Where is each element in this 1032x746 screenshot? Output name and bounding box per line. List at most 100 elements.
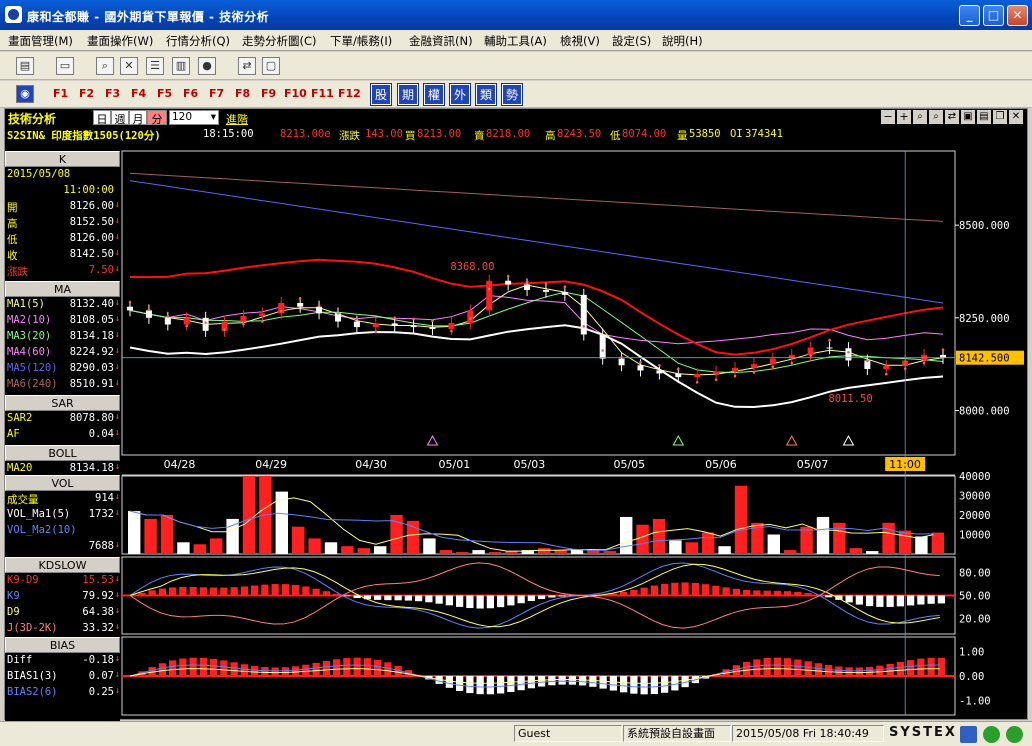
kd-diff-bar	[722, 587, 730, 596]
volume-bar	[882, 522, 895, 554]
kd-diff-bar	[763, 590, 771, 596]
kd-diff-bar	[251, 585, 259, 596]
bias-diff-bar	[333, 659, 341, 676]
kd-diff-bar	[384, 595, 392, 601]
boll-upper-line	[129, 258, 944, 356]
candle-body	[448, 323, 455, 329]
sar-dot	[544, 282, 548, 286]
quick-options-button[interactable]: 權	[423, 83, 445, 106]
f1-key[interactable]: F1	[53, 87, 68, 100]
network-icon	[960, 726, 977, 743]
f8-key[interactable]: F8	[235, 87, 250, 100]
sar-dot	[469, 317, 472, 320]
kd-tick-label: 20.00	[959, 614, 991, 626]
menu-trend-chart[interactable]: 走勢分析圖(C)	[242, 33, 317, 49]
maximize-button[interactable]: □	[983, 5, 1004, 26]
close-button[interactable]: ✕	[1007, 5, 1028, 26]
candle-body	[732, 367, 739, 372]
link-icon[interactable]: ⇄	[238, 57, 256, 75]
f12-key[interactable]: F12	[338, 87, 361, 100]
quick-stock-button[interactable]: 股	[370, 83, 392, 106]
app-logo-icon[interactable]: ◉	[16, 85, 34, 103]
bias-diff-bar	[609, 676, 617, 691]
menu-screen-manage[interactable]: 畫面管理(M)	[8, 33, 73, 49]
quick-category-button[interactable]: 類	[475, 83, 497, 106]
sar-dot	[658, 363, 661, 367]
quick-futures-button[interactable]: 期	[397, 83, 419, 106]
sar-dot	[431, 319, 434, 323]
sar-dot	[223, 328, 226, 331]
bias-diff-bar	[445, 676, 453, 688]
menu-finance-info[interactable]: 金融資訊(N)	[409, 33, 473, 49]
volume-bar	[849, 548, 862, 554]
bias-diff-bar	[855, 667, 863, 676]
status-user: Guest	[514, 725, 622, 742]
bias-diff-bar	[804, 661, 812, 676]
title-bar[interactable]: 康和全都賺 - 國外期貨下單報價 - 技術分析 _ □ ✕	[0, 0, 1032, 30]
kd-diff-bar	[210, 587, 218, 596]
volume-bar	[734, 485, 748, 554]
bias-diff-bar	[261, 666, 269, 676]
bias-diff-bar	[732, 665, 740, 676]
candle-body	[542, 290, 549, 292]
sar-dot	[828, 338, 831, 342]
f3-key[interactable]: F3	[105, 87, 120, 100]
function-key-toolbar: ◉ F1 F2 F3 F4 F5 F6 F7 F8 F9 F10 F11 F12…	[0, 81, 1032, 108]
minimize-button[interactable]: _	[959, 5, 980, 26]
volume-bar	[898, 530, 912, 554]
monitor-icon[interactable]: ▭	[56, 57, 74, 75]
f2-key[interactable]: F2	[79, 87, 94, 100]
quick-trend-button[interactable]: 勢	[501, 83, 523, 106]
sar-dot	[298, 297, 302, 300]
menu-tools[interactable]: 輔助工具(A)	[484, 33, 547, 49]
f7-key[interactable]: F7	[209, 87, 224, 100]
crosshair-time-label: 11:00	[889, 458, 921, 471]
kd-diff-bar	[271, 584, 279, 596]
candle-body	[164, 317, 171, 325]
f11-key[interactable]: F11	[311, 87, 334, 100]
book-icon[interactable]: ▥	[172, 57, 190, 75]
kd-diff-bar	[640, 587, 648, 596]
table-icon[interactable]: ☰	[146, 57, 164, 75]
kd-diff-bar	[835, 595, 843, 600]
volume-bar	[406, 520, 420, 554]
sar-dot	[884, 372, 888, 376]
bias-diff-bar	[814, 663, 822, 676]
volume-bar	[324, 542, 338, 554]
f10-key[interactable]: F10	[284, 87, 307, 100]
layout-icon[interactable]: ▤	[16, 57, 34, 75]
menu-settings[interactable]: 設定(S)	[612, 33, 651, 49]
coin-icon[interactable]: ●	[198, 57, 216, 75]
kd-diff-bar	[312, 588, 320, 596]
candle-body	[297, 303, 304, 307]
kd-diff-bar	[404, 595, 412, 601]
close-window-icon[interactable]: ✕	[120, 57, 138, 75]
chart-canvas[interactable]: 8000.000 8250.000 8500.000 8142.500 8368.00 8…	[5, 109, 1027, 719]
menu-help[interactable]: 說明(H)	[662, 33, 703, 49]
app-icon[interactable]	[5, 6, 22, 23]
menu-screen-operate[interactable]: 畫面操作(W)	[87, 33, 153, 49]
f5-key[interactable]: F5	[157, 87, 172, 100]
kd-diff-bar	[189, 587, 197, 596]
f4-key[interactable]: F4	[131, 87, 146, 100]
bias-diff-bar	[753, 659, 761, 676]
bias-diff-bar	[784, 658, 792, 676]
menu-order-account[interactable]: 下單/帳務(I)	[330, 33, 392, 49]
menu-view[interactable]: 檢視(V)	[560, 33, 600, 49]
f6-key[interactable]: F6	[183, 87, 198, 100]
signal-triangle	[785, 434, 798, 446]
bias-diff-bar	[650, 676, 658, 695]
f9-key[interactable]: F9	[261, 87, 276, 100]
date-tick-label: 05/06	[705, 458, 737, 471]
quick-foreign-button[interactable]: 外	[449, 83, 471, 106]
volume-bar	[620, 516, 633, 554]
menu-quote-analysis[interactable]: 行情分析(Q)	[166, 33, 230, 49]
candle-body	[750, 364, 757, 368]
search-icon[interactable]: ⌕	[96, 57, 114, 75]
sar-dot	[166, 315, 170, 318]
kd-diff-bar	[896, 595, 904, 607]
candle-body	[391, 323, 398, 326]
window-icon[interactable]: ▢	[262, 57, 280, 75]
kd-diff-bar	[456, 595, 464, 607]
kd-diff-bar	[876, 595, 884, 607]
